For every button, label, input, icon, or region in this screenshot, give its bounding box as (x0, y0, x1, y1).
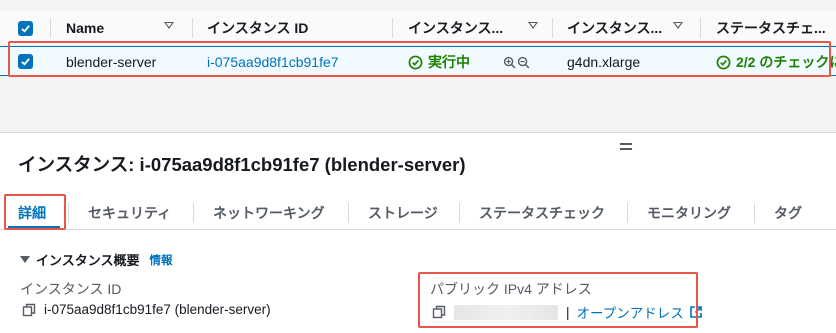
instance-id-text: i-075aa9d8f1cb91fe7 (blender-server) (44, 302, 271, 317)
tab-networking[interactable]: ネットワーキング (213, 196, 325, 229)
column-separator (192, 18, 193, 38)
column-header-label: インスタンス... (408, 20, 504, 36)
copy-icon[interactable] (22, 303, 36, 317)
tab-separator (193, 203, 194, 223)
tab-separator (68, 203, 69, 223)
pane-divider (0, 132, 836, 133)
details-tabs: 詳細 セキュリティ ネットワーキング ストレージ ステータスチェック モニタリン… (0, 196, 836, 230)
column-separator (552, 18, 553, 38)
column-header-label: インスタンス... (567, 20, 663, 36)
tab-security[interactable]: セキュリティ (88, 196, 171, 229)
highlight-selected-row (8, 41, 831, 77)
section-header[interactable]: インスタンス概要 情報 (20, 250, 172, 269)
tab-monitoring[interactable]: モニタリング (647, 196, 731, 229)
section-title: インスタンス概要 (36, 253, 140, 268)
instances-table: Name インスタンス ID インスタンス... インスタンス... ステータス… (0, 0, 836, 132)
tab-storage[interactable]: ストレージ (368, 196, 438, 229)
instance-id-value: i-075aa9d8f1cb91fe7 (blender-server) (22, 302, 271, 317)
column-header-label: インスタンス ID (207, 20, 309, 36)
info-link[interactable]: 情報 (149, 252, 172, 268)
sort-icon[interactable] (673, 22, 683, 29)
column-separator (392, 18, 393, 38)
page-title: インスタンス: i-075aa9d8f1cb91fe7 (blender-ser… (18, 154, 466, 175)
select-all-checkbox[interactable] (18, 21, 33, 36)
column-header-label: ステータスチェ... (716, 20, 826, 36)
highlight-public-ip (418, 272, 698, 328)
caret-down-icon[interactable] (20, 256, 30, 263)
tab-separator (459, 203, 460, 223)
sort-icon[interactable] (528, 22, 538, 29)
tab-separator (627, 203, 628, 223)
sort-icon[interactable] (164, 22, 174, 29)
tab-tags[interactable]: タグ (774, 196, 802, 229)
column-separator (50, 18, 51, 38)
column-header-label: Name (66, 20, 105, 36)
instance-id-label: インスタンス ID (20, 281, 122, 297)
highlight-details-tab (4, 194, 66, 230)
tab-separator (348, 203, 349, 223)
column-separator (700, 18, 701, 38)
tab-separator (754, 203, 755, 223)
resize-handle-icon[interactable] (620, 143, 632, 153)
tab-status-checks[interactable]: ステータスチェック (479, 196, 605, 229)
